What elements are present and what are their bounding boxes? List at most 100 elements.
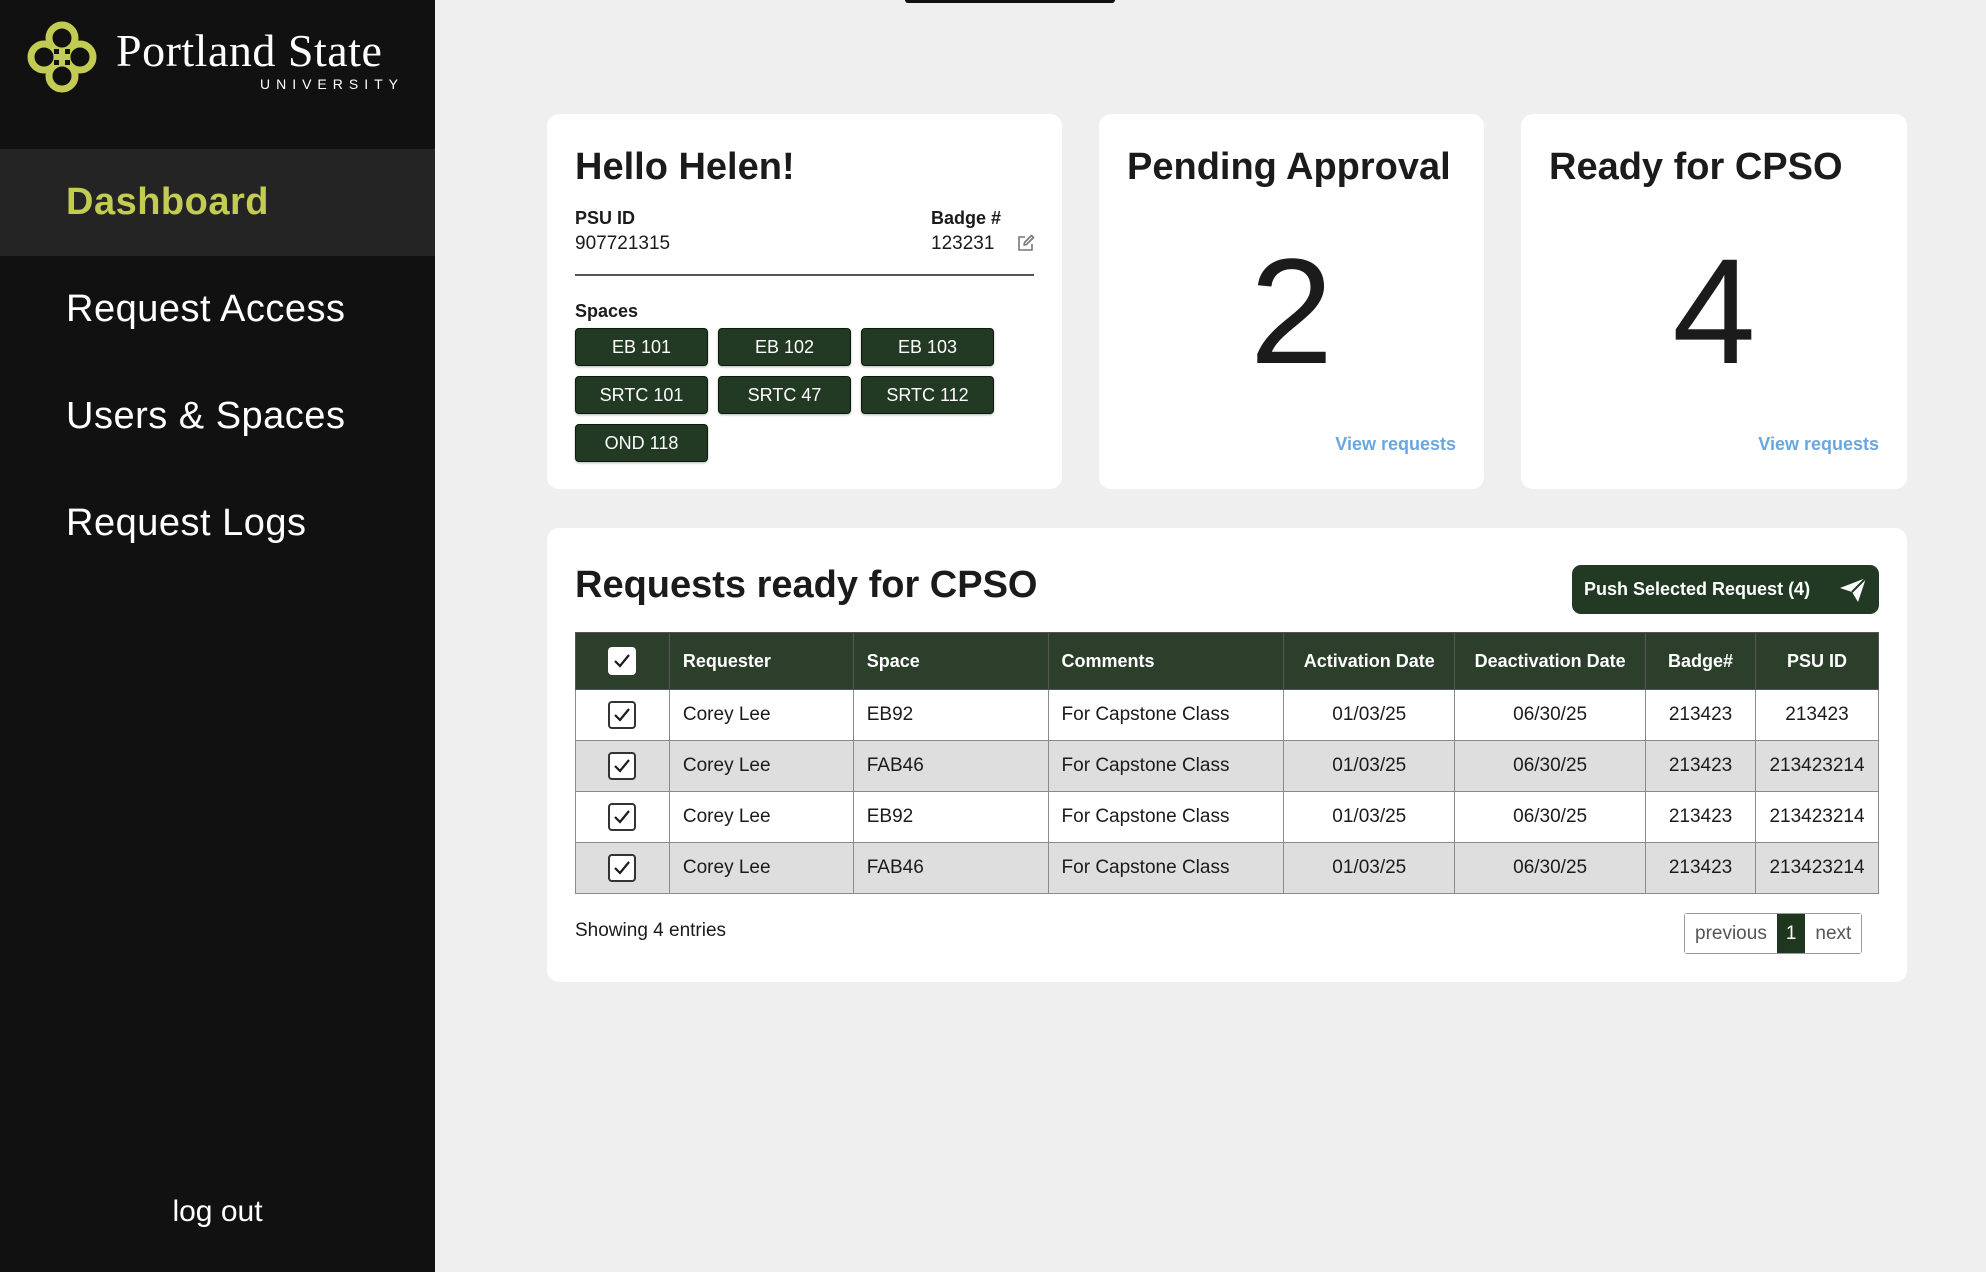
sidebar-item-users-spaces[interactable]: Users & Spaces bbox=[0, 363, 435, 470]
psu-id-cell: 213423214 bbox=[1754, 842, 1880, 894]
ready-count: 4 bbox=[1672, 227, 1756, 395]
ready-view-requests-link[interactable]: View requests bbox=[1758, 434, 1879, 455]
space-chip[interactable]: SRTC 112 bbox=[861, 376, 994, 414]
ready-for-cpso-card: Ready for CPSO 4 View requests bbox=[1521, 114, 1907, 489]
next-page-button[interactable]: next bbox=[1805, 914, 1862, 953]
badge-value: 123231 bbox=[931, 233, 995, 254]
table-header-row: Requester Space Comments Activation Date… bbox=[575, 632, 1880, 690]
psu-id-cell: 213423214 bbox=[1754, 791, 1880, 843]
column-header[interactable]: Badge# bbox=[1645, 632, 1756, 690]
badge-cell: 213423 bbox=[1645, 842, 1756, 894]
pending-title: Pending Approval bbox=[1127, 146, 1451, 188]
psu-logo-icon bbox=[27, 21, 97, 93]
psu-id-cell: 213423214 bbox=[1754, 740, 1880, 792]
row-select-cell bbox=[575, 842, 670, 894]
sidebar-item-request-logs[interactable]: Request Logs bbox=[0, 470, 435, 577]
check-icon bbox=[614, 708, 631, 722]
check-icon bbox=[614, 759, 631, 773]
space-chip[interactable]: EB 103 bbox=[861, 328, 994, 366]
space-cell: EB92 bbox=[852, 689, 1049, 741]
pending-count: 2 bbox=[1249, 227, 1334, 395]
push-selected-button[interactable]: Push Selected Request (4) bbox=[1572, 565, 1879, 614]
deactivation-date-cell: 06/30/25 bbox=[1454, 689, 1647, 741]
badge-cell: 213423 bbox=[1645, 689, 1756, 741]
psu-id-value: 907721315 bbox=[575, 233, 671, 254]
logo-name: Portland State bbox=[116, 25, 383, 76]
activation-date-cell: 01/03/25 bbox=[1283, 689, 1456, 741]
requests-table: Requester Space Comments Activation Date… bbox=[575, 632, 1880, 894]
row-select-cell bbox=[575, 740, 670, 792]
previous-page-button[interactable]: previous bbox=[1685, 914, 1777, 953]
row-checkbox[interactable] bbox=[608, 803, 637, 831]
ready-title: Ready for CPSO bbox=[1549, 146, 1843, 188]
space-cell: FAB46 bbox=[852, 740, 1049, 792]
requests-card: Requests ready for CPSO Push Selected Re… bbox=[547, 528, 1907, 982]
comments-cell: For Capstone Class bbox=[1047, 689, 1285, 741]
table-row[interactable]: Corey Lee EB92 For Capstone Class 01/03/… bbox=[575, 689, 1880, 741]
spaces-label: Spaces bbox=[575, 301, 639, 321]
select-all-checkbox[interactable] bbox=[608, 647, 637, 675]
column-header[interactable]: Space bbox=[852, 632, 1049, 690]
logout-link[interactable]: log out bbox=[0, 1195, 435, 1229]
psu-id-label: PSU ID bbox=[575, 208, 636, 228]
requester-cell: Corey Lee bbox=[668, 689, 854, 741]
psu-logo[interactable]: Portland State UNIVERSITY bbox=[24, 18, 404, 98]
activation-date-cell: 01/03/25 bbox=[1283, 791, 1456, 843]
deactivation-date-cell: 06/30/25 bbox=[1454, 791, 1647, 843]
sidebar-nav: Dashboard Request Access Users & Spaces … bbox=[0, 149, 435, 577]
badge-label: Badge # bbox=[931, 208, 1002, 228]
requester-cell: Corey Lee bbox=[668, 791, 854, 843]
requests-title: Requests ready for CPSO bbox=[575, 564, 1038, 606]
column-header[interactable]: Requester bbox=[668, 632, 854, 690]
profile-card: Hello Helen! PSU ID 907721315 Badge # 12… bbox=[547, 114, 1062, 489]
logo-subtitle: UNIVERSITY bbox=[259, 76, 404, 92]
space-chip[interactable]: SRTC 47 bbox=[718, 376, 851, 414]
space-cell: EB92 bbox=[852, 791, 1049, 843]
pending-view-requests-link[interactable]: View requests bbox=[1335, 434, 1456, 455]
comments-cell: For Capstone Class bbox=[1047, 740, 1285, 792]
column-header[interactable]: Activation Date bbox=[1283, 632, 1456, 690]
badge-cell: 213423 bbox=[1645, 740, 1756, 792]
deactivation-date-cell: 06/30/25 bbox=[1454, 842, 1647, 894]
space-chip[interactable]: OND 118 bbox=[575, 424, 708, 462]
check-icon bbox=[614, 810, 631, 824]
top-handle bbox=[905, 0, 1115, 3]
sidebar: Portland State UNIVERSITY Dashboard Requ… bbox=[0, 0, 435, 1272]
sidebar-item-dashboard[interactable]: Dashboard bbox=[0, 149, 435, 256]
push-selected-label: Push Selected Request (4) bbox=[1584, 579, 1811, 599]
send-icon bbox=[1840, 577, 1867, 602]
column-header[interactable]: Deactivation Date bbox=[1454, 632, 1647, 690]
deactivation-date-cell: 06/30/25 bbox=[1454, 740, 1647, 792]
requester-cell: Corey Lee bbox=[668, 740, 854, 792]
comments-cell: For Capstone Class bbox=[1047, 791, 1285, 843]
pagination: previous 1 next bbox=[1684, 913, 1863, 954]
activation-date-cell: 01/03/25 bbox=[1283, 740, 1456, 792]
row-checkbox[interactable] bbox=[608, 701, 637, 729]
psu-id-cell: 213423 bbox=[1754, 689, 1880, 741]
row-select-cell bbox=[575, 689, 670, 741]
select-all-cell bbox=[575, 632, 670, 690]
space-cell: FAB46 bbox=[852, 842, 1049, 894]
row-select-cell bbox=[575, 791, 670, 843]
space-chip[interactable]: EB 101 bbox=[575, 328, 708, 366]
requester-cell: Corey Lee bbox=[668, 842, 854, 894]
comments-cell: For Capstone Class bbox=[1047, 842, 1285, 894]
check-icon bbox=[614, 861, 631, 875]
table-row[interactable]: Corey Lee FAB46 For Capstone Class 01/03… bbox=[575, 740, 1880, 792]
greeting: Hello Helen! bbox=[575, 146, 795, 188]
edit-icon[interactable] bbox=[1017, 234, 1035, 252]
column-header[interactable]: Comments bbox=[1047, 632, 1285, 690]
table-row[interactable]: Corey Lee EB92 For Capstone Class 01/03/… bbox=[575, 791, 1880, 843]
page-1-button[interactable]: 1 bbox=[1776, 914, 1806, 953]
sidebar-item-request-access[interactable]: Request Access bbox=[0, 256, 435, 363]
space-chip[interactable]: SRTC 101 bbox=[575, 376, 708, 414]
profile-divider bbox=[575, 274, 1034, 276]
table-row[interactable]: Corey Lee FAB46 For Capstone Class 01/03… bbox=[575, 842, 1880, 894]
entries-count: Showing 4 entries bbox=[575, 920, 727, 941]
row-checkbox[interactable] bbox=[608, 752, 637, 780]
spaces-chip-list: EB 101 EB 102 EB 103 SRTC 101 SRTC 47 SR… bbox=[575, 328, 1015, 462]
pending-approval-card: Pending Approval 2 View requests bbox=[1099, 114, 1484, 489]
space-chip[interactable]: EB 102 bbox=[718, 328, 851, 366]
row-checkbox[interactable] bbox=[608, 854, 637, 882]
column-header[interactable]: PSU ID bbox=[1754, 632, 1880, 690]
